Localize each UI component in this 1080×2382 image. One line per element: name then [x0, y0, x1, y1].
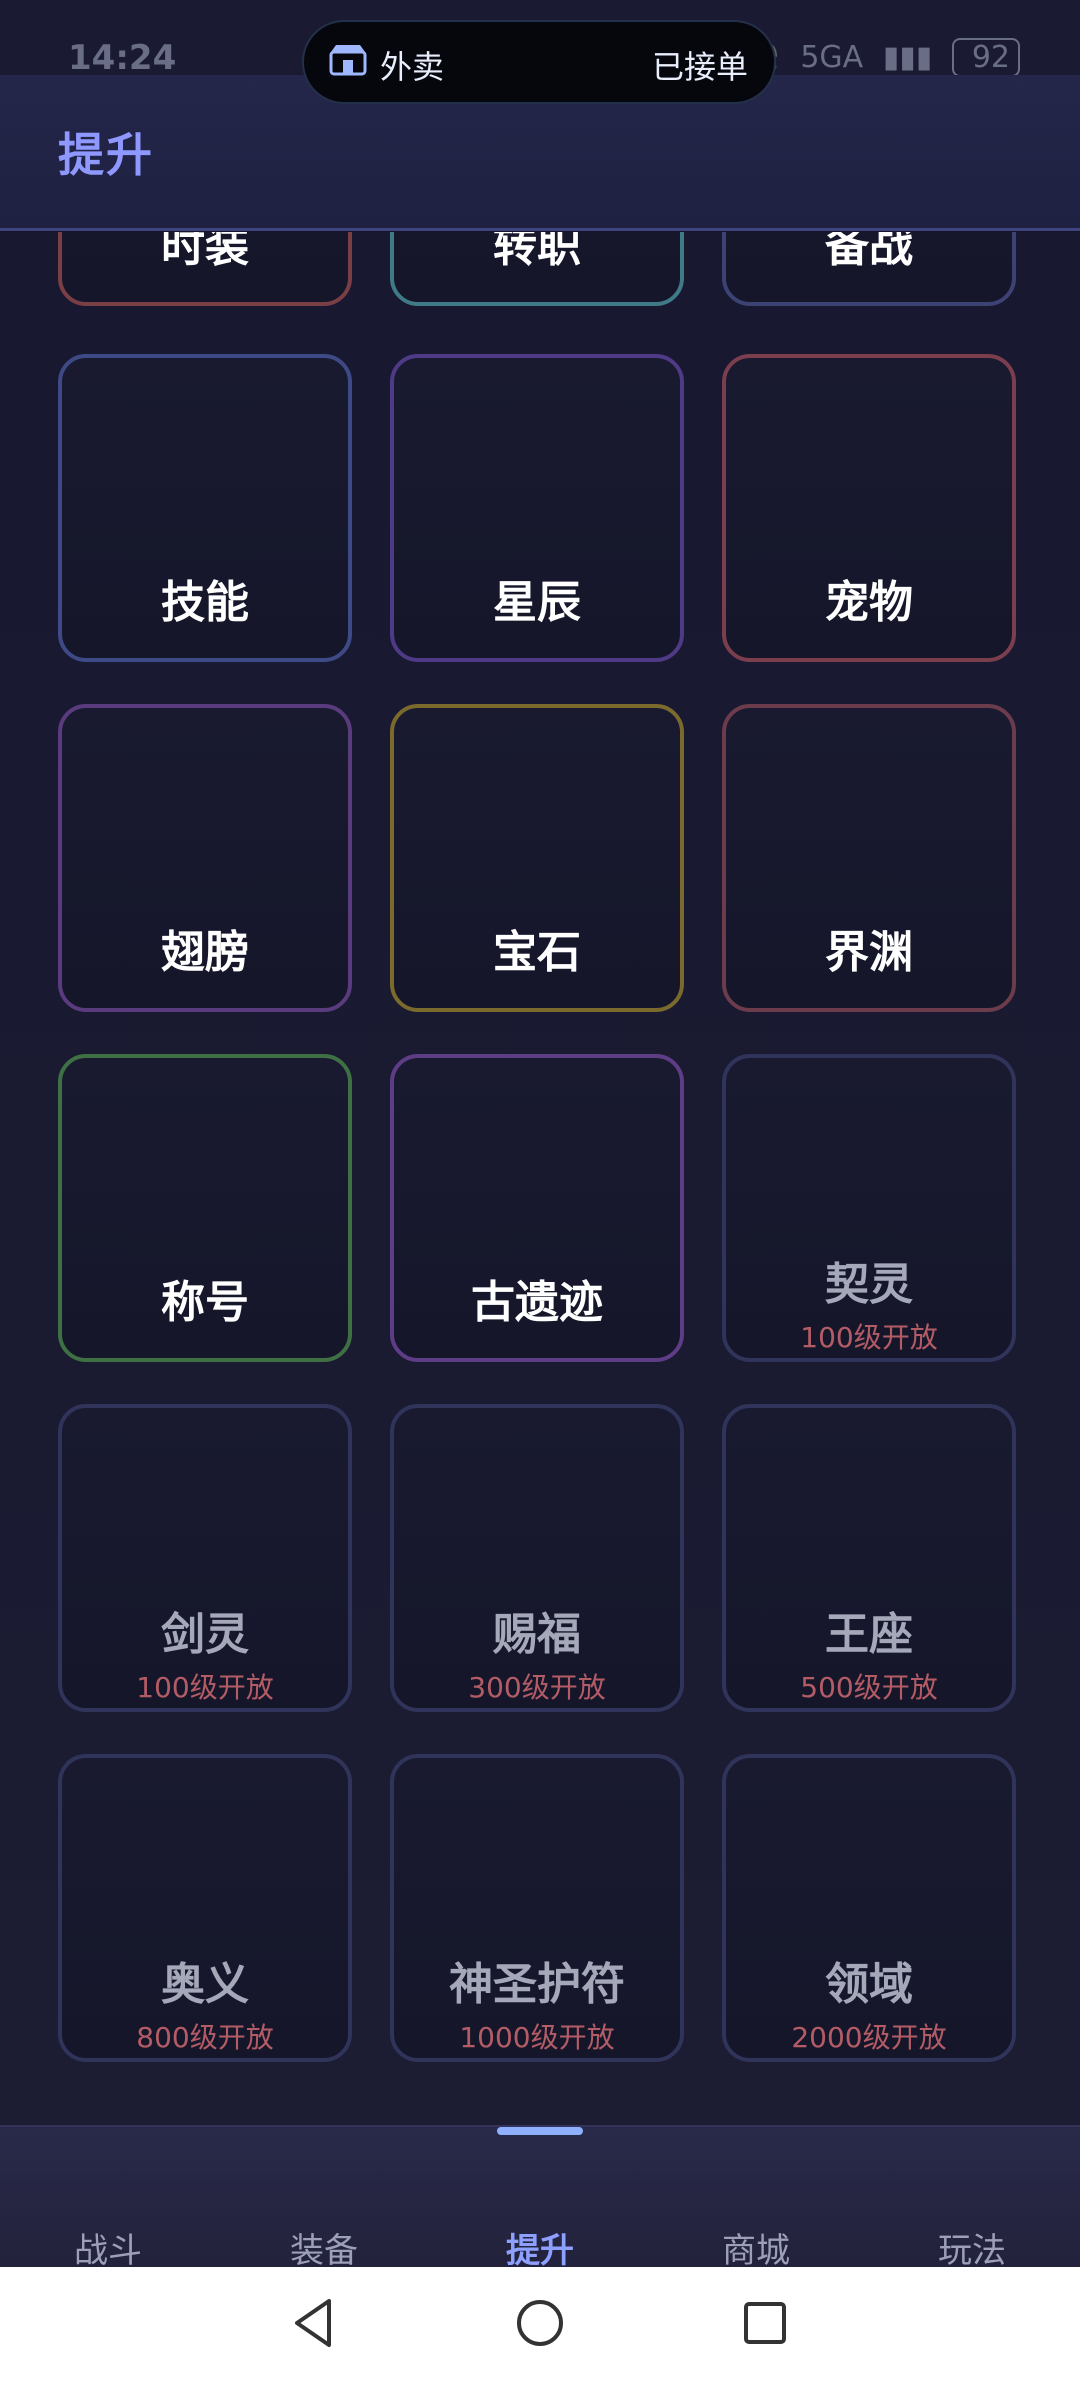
notification-status: 已接单	[651, 48, 748, 86]
holy-amulet-icon	[477, 1796, 597, 1916]
card-label: 界渊	[825, 927, 913, 978]
card-label: 宝石	[493, 927, 581, 978]
bottom-nav: 战斗 装备 提升 商城 玩法	[0, 2125, 1080, 2271]
upgrade-card-skill-book[interactable]: 技能	[58, 354, 352, 662]
card-label: 王座	[825, 1609, 913, 1660]
shop-tab-icon	[715, 2139, 797, 2221]
active-tab-indicator	[497, 2127, 583, 2135]
nav-tab-label: 提升	[506, 2231, 574, 2271]
upgrade-card-holy-amulet[interactable]: 神圣护符 1000级开放	[390, 1754, 684, 2062]
upgrade-card-crown-shield[interactable]: 称号	[58, 1054, 352, 1362]
back-icon[interactable]	[285, 2293, 345, 2353]
nav-tab-shop[interactable]: 商城	[648, 2127, 864, 2271]
nav-tab-label: 商城	[722, 2231, 790, 2271]
upgrade-card-sword-spirit[interactable]: 剑灵 100级开放	[58, 1404, 352, 1712]
storefront-icon	[329, 45, 367, 76]
recents-icon[interactable]	[735, 2293, 795, 2353]
wings-icon	[145, 746, 265, 866]
unlock-requirement: 1000级开放	[459, 2021, 615, 2054]
upgrade-card-blessing-wings[interactable]: 赐福 300级开放	[390, 1404, 684, 1712]
spirit-fairy-icon	[809, 1096, 929, 1216]
abyss-stone-icon	[809, 746, 929, 866]
battery-level: 92	[971, 40, 1010, 75]
nav-tab-battle[interactable]: 战斗	[0, 2127, 216, 2271]
card-label: 神圣护符	[449, 1959, 625, 2010]
crown-shield-icon	[145, 1096, 265, 1216]
status-icons: 🎧 5GA ▮▮▮ 92	[733, 38, 1020, 77]
nav-tab-label: 装备	[290, 2231, 358, 2271]
skill-book-icon	[145, 396, 265, 516]
pet-bird-icon	[809, 396, 929, 516]
nav-tab-upgrade[interactable]: 提升	[432, 2127, 648, 2271]
star-icon	[477, 396, 597, 516]
unlock-requirement: 300级开放	[468, 1671, 606, 1704]
blessing-wings-icon	[477, 1446, 597, 1566]
card-label: 星辰	[493, 577, 581, 628]
upgrade-card-star[interactable]: 星辰	[390, 354, 684, 662]
network-label: 5GA	[800, 40, 864, 75]
card-label: 奥义	[161, 1959, 249, 2010]
nav-tab-gameplay[interactable]: 玩法	[864, 2127, 1080, 2271]
card-label: 备战	[825, 232, 913, 272]
system-nav-bar	[0, 2267, 1080, 2382]
unlock-requirement: 2000级开放	[791, 2021, 947, 2054]
card-label: 宠物	[825, 577, 913, 628]
upgrade-card-throne[interactable]: 王座 500级开放	[722, 1404, 1016, 1712]
upgrade-card-mystic-rune[interactable]: 奥义 800级开放	[58, 1754, 352, 2062]
unlock-requirement: 800级开放	[136, 2021, 274, 2054]
page-title: 提升	[58, 128, 154, 182]
card-label: 称号	[161, 1277, 249, 1328]
domain-vortex-icon	[809, 1796, 929, 1916]
upgrade-card-partial[interactable]: 时装	[58, 232, 352, 306]
upgrade-card-partial[interactable]: 备战	[722, 232, 1016, 306]
equipment-tab-icon	[283, 2139, 365, 2221]
unlock-requirement: 100级开放	[136, 1671, 274, 1704]
relic-compass-icon	[477, 1096, 597, 1216]
upgrade-card-partial[interactable]: 转职	[390, 232, 684, 306]
upgrade-card-domain-vortex[interactable]: 领域 2000级开放	[722, 1754, 1016, 2062]
card-label: 剑灵	[161, 1609, 249, 1660]
upgrade-card-relic-compass[interactable]: 古遗迹	[390, 1054, 684, 1362]
nav-tab-label: 玩法	[938, 2231, 1006, 2271]
throne-icon	[809, 1446, 929, 1566]
card-label: 古遗迹	[471, 1277, 603, 1328]
upgrade-card-pet-bird[interactable]: 宠物	[722, 354, 1016, 662]
nav-tab-equipment[interactable]: 装备	[216, 2127, 432, 2271]
nav-tab-label: 战斗	[74, 2231, 142, 2271]
card-label: 时装	[161, 232, 249, 272]
card-label: 转职	[493, 232, 581, 272]
home-icon[interactable]	[510, 2293, 570, 2353]
upgrade-grid[interactable]: 时装 转职 备战 技能 星辰 宠物 翅膀 宝石 界渊 称号 古遗迹 契灵 100级开放 剑灵 100级开放…	[0, 232, 1080, 2125]
battle-tab-icon	[67, 2139, 149, 2221]
gameplay-tab-icon	[931, 2139, 1013, 2221]
upgrade-tab-icon	[499, 2139, 581, 2221]
card-label: 契灵	[825, 1259, 913, 1310]
card-label: 技能	[161, 577, 249, 628]
battery-icon: 92	[951, 38, 1020, 77]
card-label: 赐福	[493, 1609, 581, 1660]
upgrade-card-gem[interactable]: 宝石	[390, 704, 684, 1012]
signal-icon: ▮▮▮	[882, 40, 933, 75]
upgrade-card-spirit-fairy[interactable]: 契灵 100级开放	[722, 1054, 1016, 1362]
upgrade-card-wings[interactable]: 翅膀	[58, 704, 352, 1012]
upgrade-card-abyss-stone[interactable]: 界渊	[722, 704, 1016, 1012]
sword-spirit-icon	[145, 1446, 265, 1566]
card-label: 翅膀	[161, 927, 249, 978]
gem-icon	[477, 746, 597, 866]
status-time: 14:24	[68, 38, 177, 78]
notification-app: 外卖	[380, 48, 445, 86]
card-label: 领域	[825, 1959, 913, 2010]
unlock-requirement: 100级开放	[800, 1321, 938, 1354]
unlock-requirement: 500级开放	[800, 1671, 938, 1704]
mystic-rune-icon	[145, 1796, 265, 1916]
delivery-notification-pill[interactable]: 外卖 已接单	[302, 20, 776, 104]
